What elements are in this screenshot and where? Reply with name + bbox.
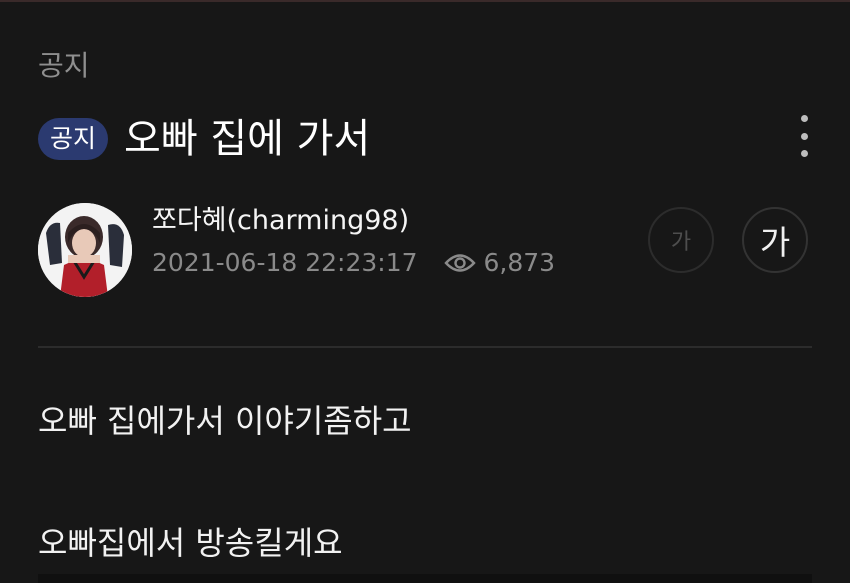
more-vertical-icon-dot: [800, 132, 808, 140]
font-size-increase-button[interactable]: 가: [742, 207, 808, 273]
more-vertical-icon-dot: [800, 150, 808, 157]
top-edge: [0, 0, 850, 2]
board-category[interactable]: 공지: [38, 48, 90, 84]
post-datetime: 2021-06-18 22:23:17: [152, 248, 418, 277]
author-avatar[interactable]: [38, 203, 132, 297]
avatar-photo: [38, 203, 132, 297]
title-row: 공지 오빠 집에 가서: [38, 112, 370, 166]
more-vertical-icon: [800, 115, 808, 122]
font-size-decrease-button[interactable]: 가: [648, 207, 714, 273]
header-divider: [38, 346, 812, 348]
content-line: 오빠집에서 방송킬게요: [38, 524, 343, 562]
author-name[interactable]: 쪼다혜(charming98): [152, 203, 409, 239]
post-meta: 2021-06-18 22:23:17 6,873: [152, 246, 555, 280]
post-view: 공지 공지 오빠 집에 가서 쪼다혜(charming98) 2021-06-1…: [0, 0, 850, 583]
view-count: 6,873: [483, 248, 556, 277]
notice-badge: 공지: [38, 118, 109, 160]
content-embed-edge: [38, 574, 812, 583]
more-options-button[interactable]: [790, 115, 818, 157]
post-title: 오빠 집에 가서: [124, 116, 371, 162]
eye-icon: [443, 252, 476, 274]
content-line: 오빠 집에가서 이야기좀하고: [38, 402, 412, 440]
